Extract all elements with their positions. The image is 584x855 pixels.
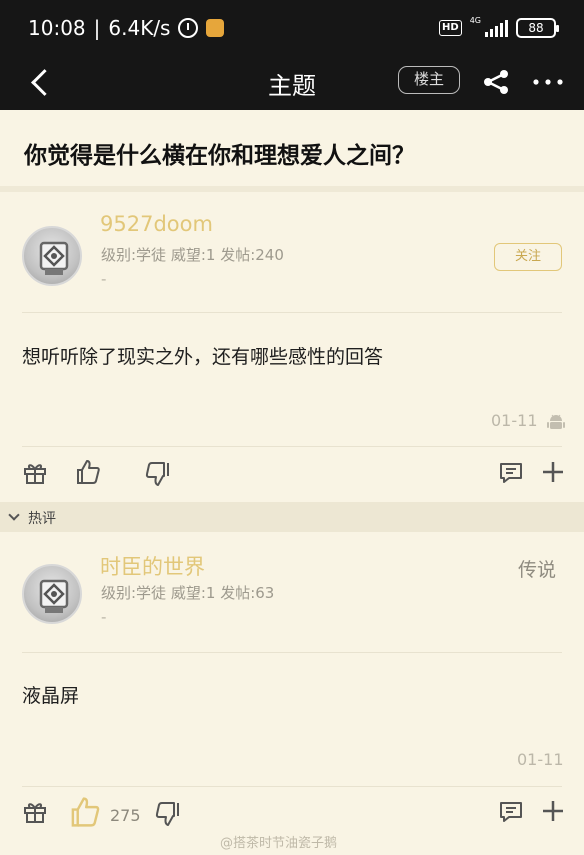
- plus-icon[interactable]: [541, 799, 565, 823]
- comment-icon[interactable]: [498, 799, 524, 825]
- battery-icon: 88: [516, 18, 559, 38]
- reply-content: 液晶屏: [22, 685, 80, 707]
- status-time: 10:08: [28, 16, 86, 40]
- hot-comments-bar[interactable]: 热评: [0, 502, 584, 532]
- question-title: 你觉得是什么横在你和理想爱人之间？: [24, 143, 415, 169]
- comment-icon[interactable]: [498, 460, 524, 486]
- watermark: @搭茶时节油瓷子鹅: [220, 836, 338, 851]
- reply-username[interactable]: 时臣的世界: [100, 551, 205, 581]
- status-speed: 6.4K/s: [108, 16, 171, 40]
- divider: [22, 652, 562, 653]
- hd-icon: HD: [439, 20, 462, 36]
- reply-rank-badge: 传说: [518, 559, 557, 581]
- plus-icon[interactable]: [541, 460, 565, 484]
- app-notification-icon: [206, 19, 225, 37]
- network-type: 4G: [469, 15, 481, 25]
- reply-date: 01-11: [517, 750, 564, 769]
- status-left: 10:08 | 6.4K/s: [28, 16, 225, 40]
- post-date: 01-11: [491, 411, 538, 430]
- like-icon[interactable]: [74, 458, 102, 486]
- gift-icon[interactable]: [22, 799, 48, 825]
- dislike-icon[interactable]: [154, 800, 182, 828]
- hot-comments-label: 热评: [28, 511, 56, 527]
- follow-button[interactable]: 关注: [494, 243, 562, 271]
- dislike-icon[interactable]: [144, 460, 172, 488]
- divider: [22, 446, 562, 447]
- divider: [22, 786, 562, 787]
- post-content: 想听听除了现实之外，还有哪些感性的回答: [22, 346, 384, 368]
- post-user-dash: -: [101, 270, 107, 288]
- post-username[interactable]: 9527doom: [100, 212, 213, 236]
- like-icon-active[interactable]: [68, 795, 102, 829]
- post-user-info: 级别:学徒 威望:1 发帖:240: [101, 246, 284, 264]
- avatar[interactable]: [22, 564, 82, 624]
- avatar[interactable]: [22, 226, 82, 286]
- status-separator: |: [93, 16, 101, 40]
- status-right: HD 4G 88: [439, 15, 559, 38]
- chevron-down-icon: [8, 509, 20, 521]
- signal-icon: [485, 19, 508, 37]
- reply-user-info: 级别:学徒 威望:1 发帖:63: [101, 584, 275, 602]
- reply-user-dash: -: [101, 608, 107, 626]
- question-header: 你觉得是什么横在你和理想爱人之间？: [0, 110, 584, 192]
- nav-bar: 主题 楼主: [0, 56, 584, 110]
- gift-icon[interactable]: [22, 460, 48, 486]
- status-bar: 10:08 | 6.4K/s HD 4G 88: [0, 0, 584, 56]
- like-count: 275: [110, 806, 141, 825]
- op-only-button[interactable]: 楼主: [398, 66, 460, 94]
- divider: [22, 312, 562, 313]
- android-icon: [547, 414, 565, 429]
- alarm-icon: [178, 18, 199, 38]
- share-icon[interactable]: [480, 66, 512, 98]
- more-icon[interactable]: [530, 66, 566, 98]
